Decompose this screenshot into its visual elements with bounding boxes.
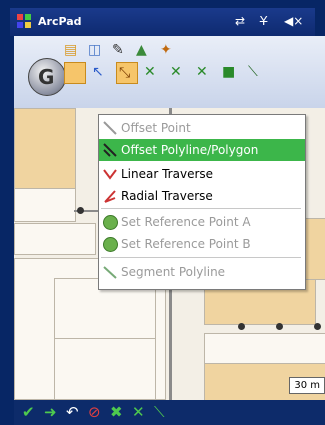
app-title: ArcPad bbox=[38, 15, 82, 28]
gps-orb-button[interactable]: G bbox=[28, 58, 66, 96]
title-bar: ArcPad ⇄ Y̶ ◀× bbox=[10, 8, 315, 36]
layer-icon[interactable]: ◫ bbox=[86, 40, 106, 60]
vertex-point bbox=[238, 323, 245, 330]
pointer-icon[interactable]: ↖ bbox=[90, 62, 110, 82]
map-toolbar: G ▤ ◫ ✎ ▲ ✦ ↖ ⤡ ✕ ✕ ✕ ■ ⟍ bbox=[14, 36, 325, 109]
check-icon[interactable]: ✔ bbox=[22, 403, 35, 421]
paint-icon[interactable]: ✦ bbox=[158, 40, 178, 60]
edit-icon[interactable]: ✎ bbox=[110, 40, 130, 60]
signal-off-icon[interactable]: Y̶ bbox=[260, 14, 267, 28]
folder-icon[interactable]: ▤ bbox=[62, 40, 82, 60]
select-tool-icon[interactable] bbox=[64, 62, 86, 84]
bottom-toolbar: ✔ ➜ ↶ ⊘ ✖ ✕ ⟍ bbox=[14, 400, 325, 425]
menu-separator bbox=[101, 208, 301, 209]
parcel bbox=[14, 188, 76, 222]
close-icon[interactable]: ✖ bbox=[110, 403, 123, 421]
vertex-point bbox=[276, 323, 283, 330]
segment-polyline-icon bbox=[102, 264, 118, 280]
polygon-icon[interactable]: ■ bbox=[220, 62, 240, 82]
menu-item-linear-traverse[interactable]: Linear Traverse bbox=[99, 163, 305, 185]
offset-tool-icon[interactable]: ⤡ bbox=[116, 62, 138, 84]
offset-point-icon bbox=[102, 120, 118, 136]
shapes-icon[interactable]: ▲ bbox=[134, 40, 154, 60]
volume-mute-icon[interactable]: ◀× bbox=[284, 14, 303, 28]
connectivity-icon[interactable]: ⇄ bbox=[235, 14, 245, 28]
linear-traverse-icon bbox=[102, 166, 118, 182]
cancel-icon[interactable]: ⊘ bbox=[88, 403, 101, 421]
menu-item-offset-point[interactable]: Offset Point bbox=[99, 117, 305, 139]
vertex-point bbox=[314, 323, 321, 330]
menu-item-reference-point-a[interactable]: Set Reference Point A bbox=[99, 211, 305, 233]
parcel bbox=[14, 223, 96, 255]
polyline-icon[interactable]: ⟍ bbox=[246, 62, 266, 82]
offset-tools-menu: Offset Point Offset Polyline/Polygon Lin… bbox=[98, 114, 306, 290]
parcel bbox=[14, 108, 76, 190]
snap-icon-2[interactable]: ✕ bbox=[194, 62, 214, 82]
menu-separator bbox=[101, 257, 301, 258]
forward-icon[interactable]: ➜ bbox=[44, 403, 57, 421]
parcel bbox=[204, 333, 325, 365]
offset-polyline-icon bbox=[102, 142, 118, 158]
windows-start-icon[interactable] bbox=[16, 13, 32, 29]
gps-icon: G bbox=[38, 65, 55, 89]
vertex-point bbox=[77, 207, 84, 214]
undo-icon[interactable]: ↶ bbox=[66, 403, 79, 421]
snap-icon[interactable]: ✕ bbox=[168, 62, 188, 82]
snap-icon[interactable]: ⟍ bbox=[154, 403, 165, 421]
reference-point-icon bbox=[103, 215, 118, 230]
menu-item-radial-traverse[interactable]: Radial Traverse bbox=[99, 185, 305, 207]
scale-bar: 30 m bbox=[289, 377, 325, 394]
parcel bbox=[54, 338, 156, 400]
vertex-icon[interactable]: ✕ bbox=[132, 403, 145, 421]
radial-traverse-icon bbox=[102, 188, 118, 204]
menu-item-segment-polyline[interactable]: Segment Polyline bbox=[99, 261, 305, 283]
menu-item-offset-polyline[interactable]: Offset Polyline/Polygon bbox=[99, 139, 305, 161]
vertex-icon[interactable]: ✕ bbox=[142, 62, 162, 82]
menu-item-reference-point-b[interactable]: Set Reference Point B bbox=[99, 233, 305, 255]
reference-point-icon bbox=[103, 237, 118, 252]
